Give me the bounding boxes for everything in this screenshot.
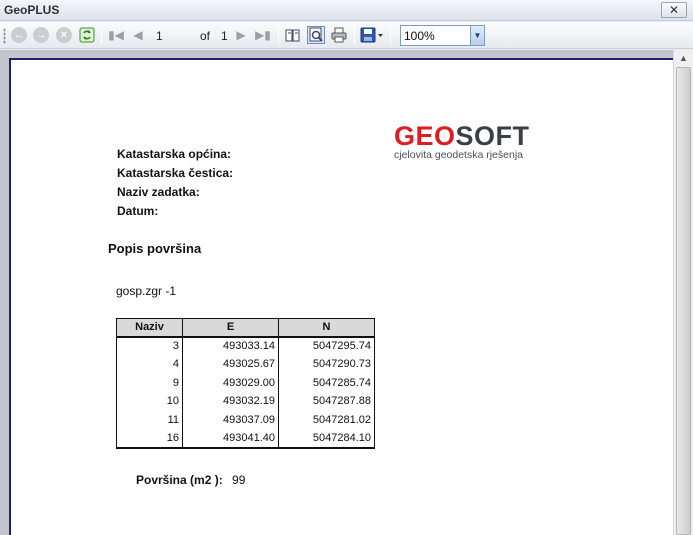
save-icon xyxy=(360,27,383,43)
field-parcel: Katastarska čestica: xyxy=(117,166,234,180)
report-viewport: GEOSOFT cjelovita geodetska rješenja Kat… xyxy=(0,50,673,535)
table-row: 11 493037.09 5047281.02 xyxy=(116,410,375,429)
zoom-value: 100% xyxy=(404,29,435,43)
cell-naziv: 16 xyxy=(116,429,183,449)
table-row: 16 493041.40 5047284.10 xyxy=(116,429,375,449)
coordinates-table: Naziv E N 3 493033.14 5047295.74 4 49302… xyxy=(116,318,375,449)
forward-icon: → xyxy=(33,27,49,43)
cell-e: 493037.09 xyxy=(182,410,279,429)
area-value: 99 xyxy=(232,473,246,487)
cell-e: 493032.19 xyxy=(182,392,279,411)
vertical-scrollbar[interactable]: ▲ xyxy=(673,50,693,535)
previous-page-button[interactable]: ◀ xyxy=(129,26,147,44)
geosoft-logo: GEOSOFT cjelovita geodetska rješenja xyxy=(394,122,530,161)
cell-naziv: 3 xyxy=(116,336,183,355)
toolbar-separator xyxy=(354,27,355,44)
cell-n: 5047285.74 xyxy=(278,373,375,392)
window-titlebar: GeoPLUS ✕ xyxy=(0,0,693,21)
stop-button[interactable]: × xyxy=(55,26,73,44)
first-page-icon: ▮◀ xyxy=(108,28,124,42)
table-row: 3 493033.14 5047295.74 xyxy=(116,336,375,355)
cell-naziv: 10 xyxy=(116,392,183,411)
stop-icon: × xyxy=(56,27,72,43)
column-header-e: E xyxy=(182,318,279,338)
back-button[interactable]: ← xyxy=(10,26,28,44)
cell-n: 5047281.02 xyxy=(278,410,375,429)
refresh-icon xyxy=(79,27,95,43)
forward-button[interactable]: → xyxy=(32,26,50,44)
refresh-button[interactable] xyxy=(78,26,96,44)
cell-naziv: 4 xyxy=(116,355,183,374)
table-row: 9 493029.00 5047285.74 xyxy=(116,373,375,392)
logo-tagline: cjelovita geodetska rješenja xyxy=(394,149,523,161)
toolbar-separator xyxy=(278,27,279,44)
total-pages: 1 xyxy=(221,29,228,43)
zoom-select[interactable]: 100% ▼ xyxy=(400,25,485,46)
area-label: Površina (m2 ): xyxy=(136,473,223,487)
of-label: of xyxy=(200,29,211,43)
chevron-down-icon[interactable]: ▼ xyxy=(470,26,484,45)
column-header-naziv: Naziv xyxy=(116,318,183,338)
table-header-row: Naziv E N xyxy=(116,318,375,338)
table-row: 10 493032.19 5047287.88 xyxy=(116,392,375,411)
section-title: Popis površina xyxy=(108,241,202,256)
cell-naziv: 11 xyxy=(116,410,183,429)
cell-e: 493025.67 xyxy=(182,355,279,374)
field-date: Datum: xyxy=(117,204,159,218)
area-summary: Površina (m2 ): 99 xyxy=(136,473,245,487)
table-row: 4 493025.67 5047290.73 xyxy=(116,355,375,374)
close-icon: ✕ xyxy=(668,3,680,17)
print-button[interactable] xyxy=(330,26,348,44)
print-icon xyxy=(331,27,347,43)
report-page: GEOSOFT cjelovita geodetska rješenja Kat… xyxy=(9,58,673,535)
cell-e: 493041.40 xyxy=(182,429,279,449)
window-title: GeoPLUS xyxy=(4,3,60,17)
page-number-input[interactable] xyxy=(150,27,190,44)
back-icon: ← xyxy=(11,27,27,43)
parcel-name: gosp.zgr -1 xyxy=(116,284,177,298)
next-page-button[interactable]: ▶ xyxy=(232,26,250,44)
toolbar-separator xyxy=(101,27,102,44)
previous-page-icon: ◀ xyxy=(133,28,143,42)
first-page-button[interactable]: ▮◀ xyxy=(107,26,125,44)
cell-e: 493033.14 xyxy=(182,336,279,355)
toolbar-grip[interactable] xyxy=(3,28,6,44)
scroll-thumb[interactable] xyxy=(676,67,691,535)
cell-n: 5047284.10 xyxy=(278,429,375,449)
column-header-n: N xyxy=(278,318,375,338)
cell-e: 493029.00 xyxy=(182,373,279,392)
last-page-icon: ▶▮ xyxy=(255,28,271,42)
cell-n: 5047295.74 xyxy=(278,336,375,355)
field-municipality: Katastarska općina: xyxy=(117,147,232,161)
save-dropdown-button[interactable] xyxy=(359,26,385,44)
cell-n: 5047290.73 xyxy=(278,355,375,374)
page-setup-icon xyxy=(309,27,323,42)
scroll-up-arrow-icon[interactable]: ▲ xyxy=(674,50,693,67)
field-task: Naziv zadatka: xyxy=(117,185,200,199)
print-layout-icon xyxy=(285,29,300,42)
logo-soft: SOFT xyxy=(455,121,530,151)
cell-naziv: 9 xyxy=(116,373,183,392)
last-page-button[interactable]: ▶▮ xyxy=(254,26,272,44)
next-page-icon: ▶ xyxy=(236,28,246,42)
toolbar-separator xyxy=(390,27,391,44)
cell-n: 5047287.88 xyxy=(278,392,375,411)
print-layout-button[interactable] xyxy=(284,26,302,44)
report-toolbar: ← → × ▮◀ ◀ of 1 ▶ ▶▮ xyxy=(0,22,693,49)
page-setup-button[interactable] xyxy=(307,26,325,44)
logo-geo: GEO xyxy=(394,121,456,151)
close-button[interactable]: ✕ xyxy=(661,2,687,18)
